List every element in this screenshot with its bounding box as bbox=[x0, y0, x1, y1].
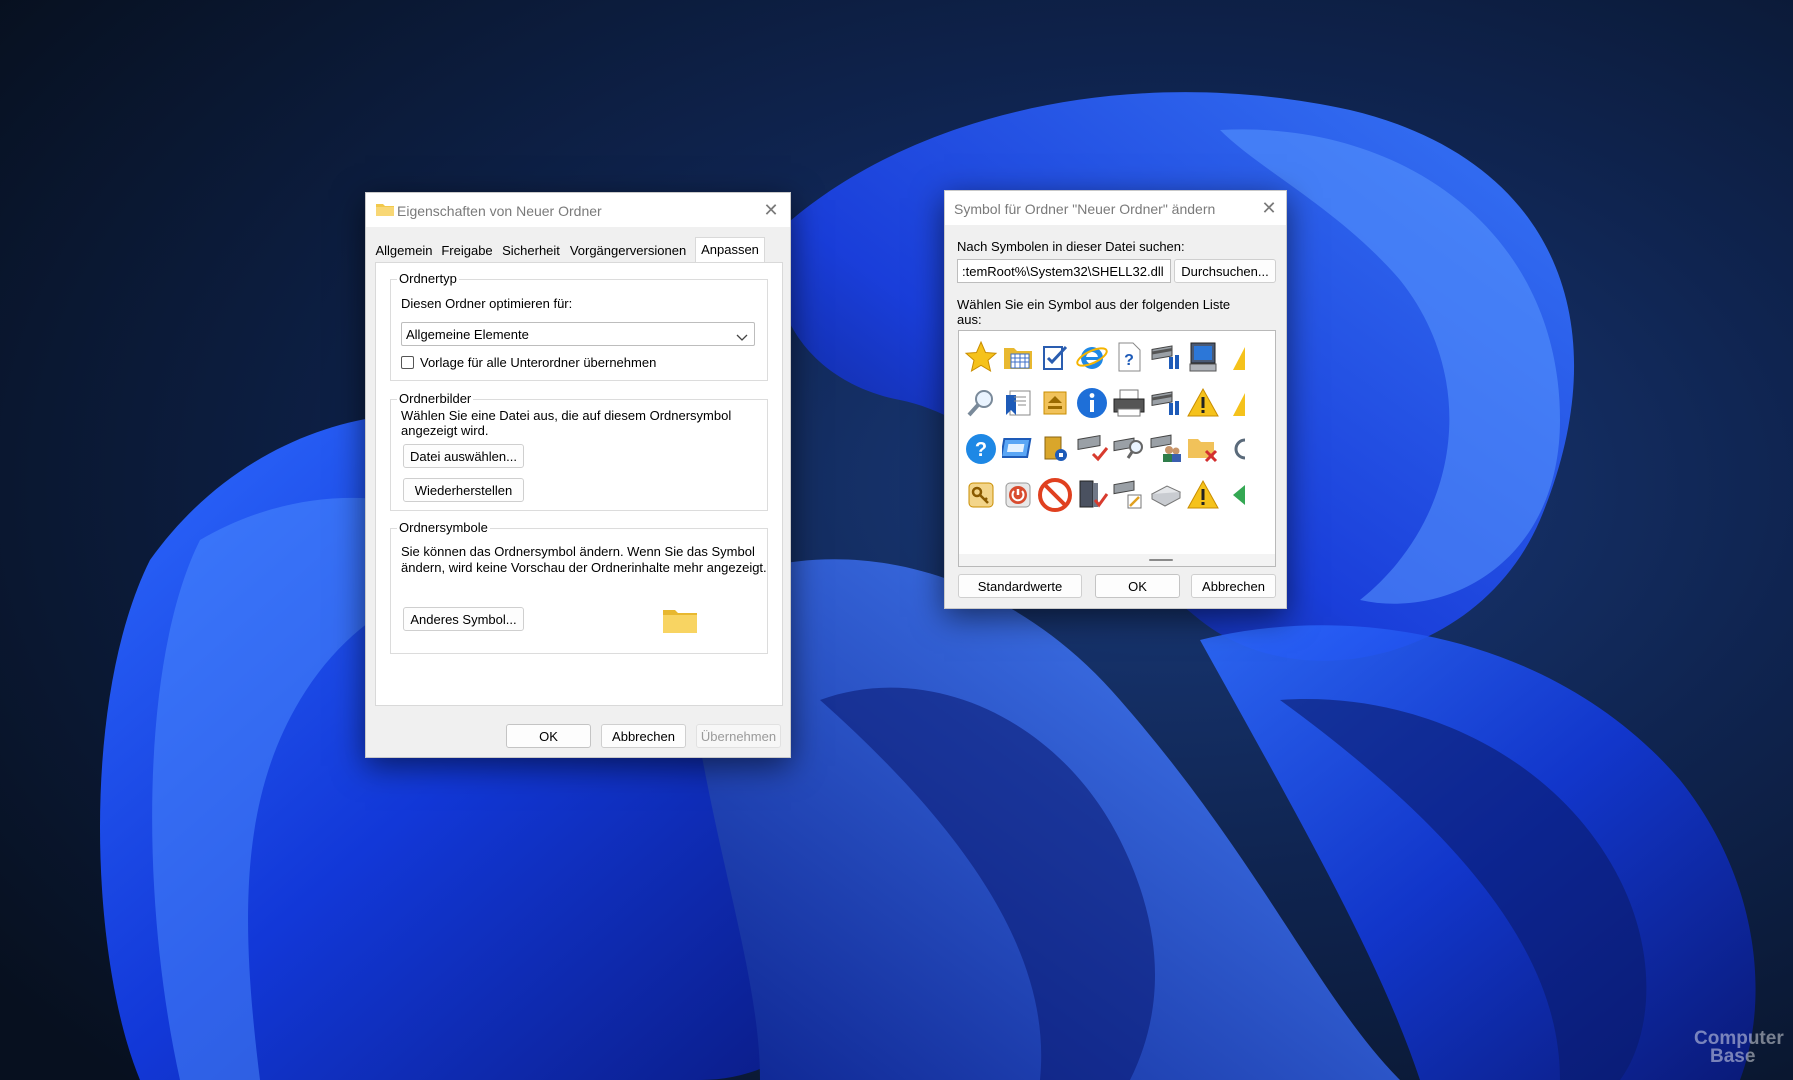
checklist-icon[interactable] bbox=[1035, 337, 1075, 377]
defaults-button[interactable]: Standardwerte bbox=[958, 574, 1082, 598]
network-edit-icon[interactable] bbox=[1109, 475, 1149, 515]
folder-preview-icon bbox=[663, 607, 697, 636]
network-computers-icon[interactable] bbox=[1146, 337, 1186, 377]
folder-properties-dialog: Eigenschaften von Neuer Ordner ✕ Allgeme… bbox=[365, 192, 791, 758]
tab-freigabe[interactable]: Freigabe bbox=[439, 240, 495, 262]
cancel-button[interactable]: Abbrechen bbox=[1191, 574, 1276, 598]
chevron-down-icon bbox=[736, 329, 748, 345]
ordnerbilder-description-1: Wählen Sie eine Datei aus, die auf diese… bbox=[401, 408, 732, 423]
ordnersymbole-legend: Ordnersymbole bbox=[397, 520, 490, 535]
template-checkbox[interactable] bbox=[401, 356, 414, 369]
icon-file-path-input[interactable]: :temRoot%\System32\SHELL32.dll bbox=[957, 259, 1171, 283]
cancel-button[interactable]: Abbrechen bbox=[601, 724, 686, 748]
ordnersymbole-description-2: ändern, wird keine Vorschau der Ordnerin… bbox=[401, 560, 767, 575]
change-icon-title: Symbol für Ordner "Neuer Ordner" ändern bbox=[954, 201, 1216, 217]
tab-vorgaengerversionen[interactable]: Vorgängerversionen bbox=[567, 240, 689, 262]
internet-explorer-icon[interactable] bbox=[1072, 337, 1112, 377]
key-icon[interactable] bbox=[961, 475, 1001, 515]
close-icon[interactable]: ✕ bbox=[758, 197, 784, 223]
printer-outline-icon[interactable] bbox=[1146, 475, 1186, 515]
network-users-icon[interactable] bbox=[1146, 429, 1186, 469]
template-checkbox-label[interactable]: Vorlage für alle Unterordner übernehmen bbox=[420, 355, 656, 370]
ordnersymbole-description-1: Sie können das Ordnersymbol ändern. Wenn… bbox=[401, 544, 755, 559]
tab-strip: Allgemein Freigabe Sicherheit Vorgängerv… bbox=[375, 237, 783, 263]
folder-delete-icon[interactable] bbox=[1183, 429, 1223, 469]
folder-title-icon bbox=[376, 202, 394, 216]
network-search-icon[interactable] bbox=[1109, 429, 1149, 469]
ordnerbilder-group: Ordnerbilder Wählen Sie eine Datei aus, … bbox=[390, 391, 768, 511]
bookmark-page-icon[interactable] bbox=[998, 383, 1038, 423]
properties-title: Eigenschaften von Neuer Ordner bbox=[397, 203, 602, 219]
computerbase-watermark: Computer Base bbox=[1680, 1024, 1790, 1074]
ok-button[interactable]: OK bbox=[1095, 574, 1180, 598]
optimize-label: Diesen Ordner optimieren für: bbox=[401, 296, 573, 311]
ok-button[interactable]: OK bbox=[506, 724, 591, 748]
search-file-label: Nach Symbolen in dieser Datei suchen: bbox=[957, 239, 1185, 254]
network-computers-icon[interactable] bbox=[1146, 383, 1186, 423]
star-icon[interactable] bbox=[961, 337, 1001, 377]
icon-file-path-value: :temRoot%\System32\SHELL32.dll bbox=[962, 264, 1164, 279]
restore-button[interactable]: Wiederherstellen bbox=[403, 478, 524, 502]
tab-panel: Ordnertyp Diesen Ordner optimieren für: … bbox=[375, 262, 783, 706]
icon-list[interactable]: ?? bbox=[958, 330, 1276, 567]
ordnerbilder-description-2: angezeigt wird. bbox=[401, 423, 489, 438]
power-button-icon[interactable] bbox=[998, 475, 1038, 515]
window-frame-icon[interactable] bbox=[998, 429, 1038, 469]
optimize-select-value: Allgemeine Elemente bbox=[406, 327, 529, 342]
tab-sicherheit[interactable]: Sicherheit bbox=[501, 240, 561, 262]
warning-icon[interactable] bbox=[1183, 475, 1223, 515]
icon-list-label-2: aus: bbox=[957, 312, 982, 327]
ordnersymbole-group: Ordnersymbole Sie können das Ordnersymbo… bbox=[390, 520, 768, 654]
properties-titlebar[interactable]: Eigenschaften von Neuer Ordner ✕ bbox=[366, 193, 790, 227]
desktop-wallpaper bbox=[0, 0, 1793, 1080]
network-ok-icon[interactable] bbox=[1072, 429, 1112, 469]
icon-list-label-1: Wählen Sie ein Symbol aus der folgenden … bbox=[957, 297, 1231, 312]
ordnertyp-group: Ordnertyp Diesen Ordner optimieren für: … bbox=[390, 271, 768, 381]
warning-icon[interactable] bbox=[1183, 383, 1223, 423]
tab-allgemein[interactable]: Allgemein bbox=[375, 240, 433, 262]
svg-text:?: ? bbox=[975, 439, 987, 461]
folder-calendar-icon[interactable] bbox=[998, 337, 1038, 377]
refresh-icon-partial[interactable] bbox=[1219, 429, 1259, 469]
change-icon-button[interactable]: Anderes Symbol... bbox=[403, 607, 524, 631]
warning-icon-partial[interactable] bbox=[1219, 383, 1259, 423]
optimize-select[interactable]: Allgemeine Elemente bbox=[401, 322, 755, 346]
scrollbar-thumb[interactable] bbox=[1149, 559, 1173, 561]
no-entry-icon[interactable] bbox=[1035, 475, 1075, 515]
svg-text:?: ? bbox=[1124, 352, 1134, 369]
eject-box-icon[interactable] bbox=[1035, 383, 1075, 423]
choose-file-button[interactable]: Datei auswählen... bbox=[403, 444, 524, 468]
apply-button[interactable]: Übernehmen bbox=[696, 724, 781, 748]
printer-icon[interactable] bbox=[1109, 383, 1149, 423]
magnifier-icon[interactable] bbox=[961, 383, 1001, 423]
ordnerbilder-legend: Ordnerbilder bbox=[397, 391, 474, 406]
warning-icon-partial[interactable] bbox=[1219, 337, 1259, 377]
server-check-icon[interactable] bbox=[1072, 475, 1112, 515]
monitor-icon[interactable] bbox=[1183, 337, 1223, 377]
watermark-line-2: Base bbox=[1710, 1046, 1756, 1067]
info-icon[interactable] bbox=[1072, 383, 1112, 423]
ordnertyp-legend: Ordnertyp bbox=[397, 271, 459, 286]
help-page-icon[interactable]: ? bbox=[1109, 337, 1149, 377]
close-icon[interactable]: ✕ bbox=[1256, 195, 1282, 221]
change-icon-titlebar[interactable]: Symbol für Ordner "Neuer Ordner" ändern … bbox=[945, 191, 1286, 225]
tag-file-icon[interactable] bbox=[1035, 429, 1075, 469]
horizontal-scrollbar[interactable] bbox=[959, 554, 1275, 566]
help-circle-icon[interactable]: ? bbox=[961, 429, 1001, 469]
browse-button[interactable]: Durchsuchen... bbox=[1174, 259, 1276, 283]
tab-anpassen[interactable]: Anpassen bbox=[695, 237, 765, 263]
green-arrow-icon-partial[interactable] bbox=[1219, 475, 1259, 515]
change-icon-dialog: Symbol für Ordner "Neuer Ordner" ändern … bbox=[944, 190, 1287, 609]
